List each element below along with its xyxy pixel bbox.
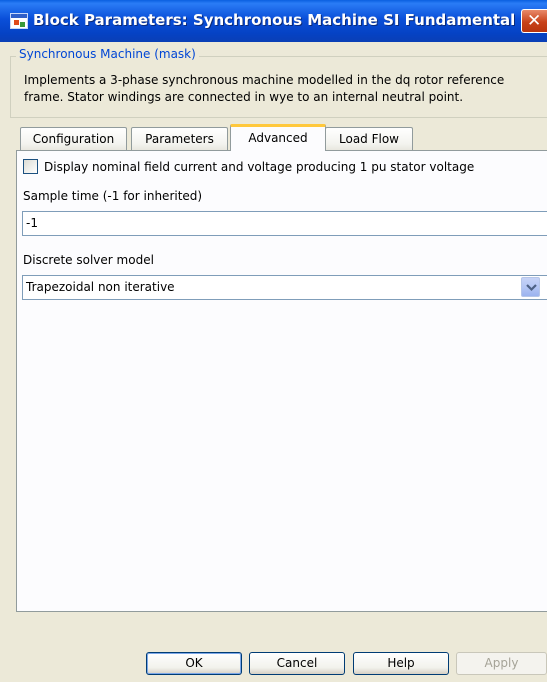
block-description: Implements a 3-phase synchronous machine…: [24, 72, 524, 106]
description-line-1: Implements a 3-phase synchronous machine…: [24, 73, 505, 87]
solver-model-label: Discrete solver model: [23, 253, 154, 267]
help-button[interactable]: Help: [353, 652, 449, 675]
tab-load-flow[interactable]: Load Flow: [325, 127, 413, 151]
tab-parameters[interactable]: Parameters: [131, 127, 228, 151]
apply-button[interactable]: Apply: [456, 652, 547, 675]
close-button[interactable]: ✕: [521, 9, 547, 33]
solver-model-select[interactable]: Trapezoidal non iterative: [22, 275, 547, 300]
title-bar[interactable]: Block Parameters: Synchronous Machine SI…: [0, 0, 547, 42]
dropdown-arrow-button[interactable]: [521, 277, 540, 297]
sample-time-label: Sample time (-1 for inherited): [23, 189, 203, 203]
description-line-2: frame. Stator windings are connected in …: [24, 90, 464, 104]
cancel-button[interactable]: Cancel: [249, 652, 345, 675]
ok-button[interactable]: OK: [146, 652, 242, 675]
tab-advanced[interactable]: Advanced: [230, 124, 326, 151]
groupbox-legend: Synchronous Machine (mask): [16, 47, 199, 61]
close-icon: ✕: [527, 11, 542, 31]
sample-time-input[interactable]: -1: [22, 211, 547, 236]
window-title: Block Parameters: Synchronous Machine SI…: [33, 11, 516, 29]
display-nominal-field-checkbox[interactable]: [23, 159, 38, 174]
chevron-down-icon: [526, 284, 537, 292]
block-parameters-icon: [10, 13, 28, 29]
display-nominal-field-label: Display nominal field current and voltag…: [44, 160, 475, 174]
tab-configuration[interactable]: Configuration: [20, 127, 127, 151]
